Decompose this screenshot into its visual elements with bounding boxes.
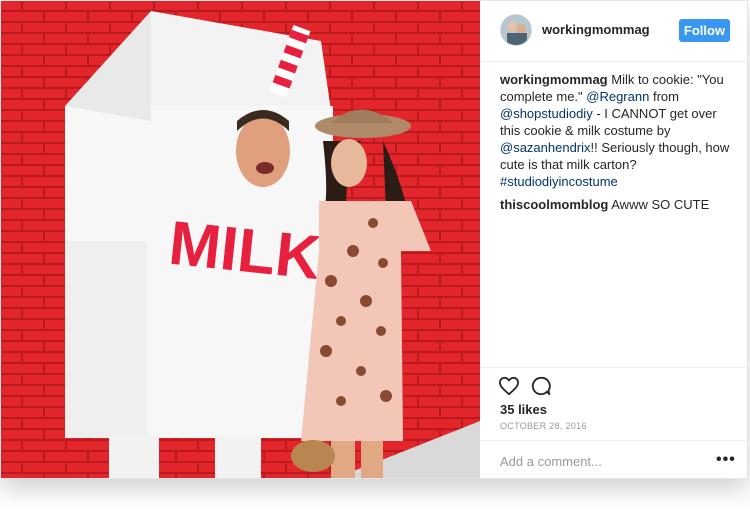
mention-regrann[interactable]: @Regrann	[586, 89, 649, 104]
comment-icon[interactable]	[531, 376, 551, 401]
post-side-panel: workingmommag Follow workingmommag Milk …	[480, 1, 747, 478]
post-date: OCTOBER 28, 2016	[500, 421, 587, 431]
hashtag-link[interactable]: #studiodiyincostume	[500, 174, 618, 189]
more-options-icon[interactable]: •••	[716, 451, 736, 469]
avatar[interactable]	[500, 14, 532, 46]
caption-username[interactable]: workingmommag	[500, 72, 608, 87]
post-photo[interactable]: MILK	[1, 1, 480, 478]
avatar-image	[501, 15, 531, 45]
comments-section: workingmommag Milk to cookie: "You compl…	[500, 71, 736, 219]
add-comment-bar: Add a comment... •••	[480, 440, 747, 478]
comment-item: thiscoolmomblog Awww SO CUTE	[500, 196, 736, 213]
post-header: workingmommag Follow	[480, 1, 747, 62]
follow-button[interactable]: Follow	[679, 19, 730, 42]
likes-count[interactable]: 35 likes	[500, 402, 547, 417]
caption: workingmommag Milk to cookie: "You compl…	[500, 71, 736, 190]
comment-text: Awww SO CUTE	[608, 197, 710, 212]
instagram-post-card: MILK workingmommag Follow workingmommag …	[0, 0, 748, 479]
add-comment-input[interactable]: Add a comment...	[500, 454, 602, 469]
header-username[interactable]: workingmommag	[542, 22, 650, 37]
photo-illustration: MILK	[1, 1, 480, 478]
mention-sazanhendrix[interactable]: @sazanhendrix	[500, 140, 591, 155]
heart-icon[interactable]	[498, 376, 520, 401]
mention-shopstudiodiy[interactable]: @shopstudiodiy	[500, 106, 593, 121]
caption-text-2: from	[649, 89, 679, 104]
comment-username[interactable]: thiscoolmomblog	[500, 197, 608, 212]
post-actions: 35 likes OCTOBER 28, 2016 Add a comment.…	[480, 367, 747, 478]
